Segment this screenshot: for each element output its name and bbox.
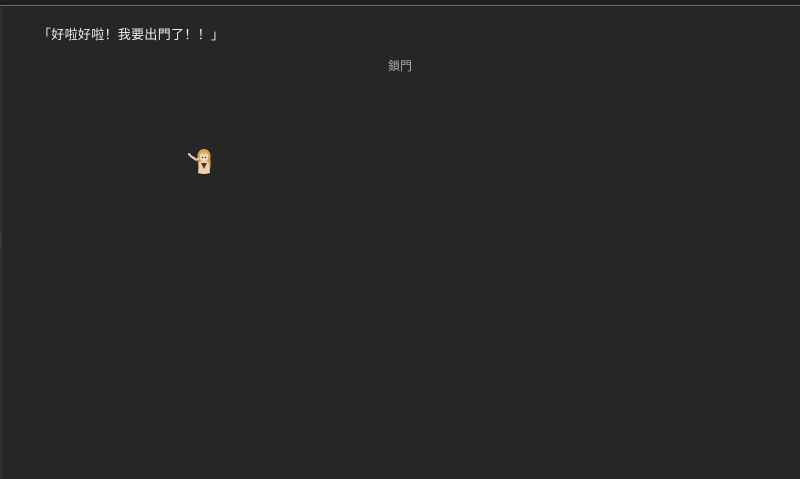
choice-lock-door[interactable]: 鎖門 (388, 59, 412, 74)
dialogue-text: 「好啦好啦！我要出門了！！」 (38, 28, 225, 43)
character-sprite (186, 145, 218, 177)
window-top-border (0, 0, 800, 6)
game-stage (2, 7, 800, 479)
